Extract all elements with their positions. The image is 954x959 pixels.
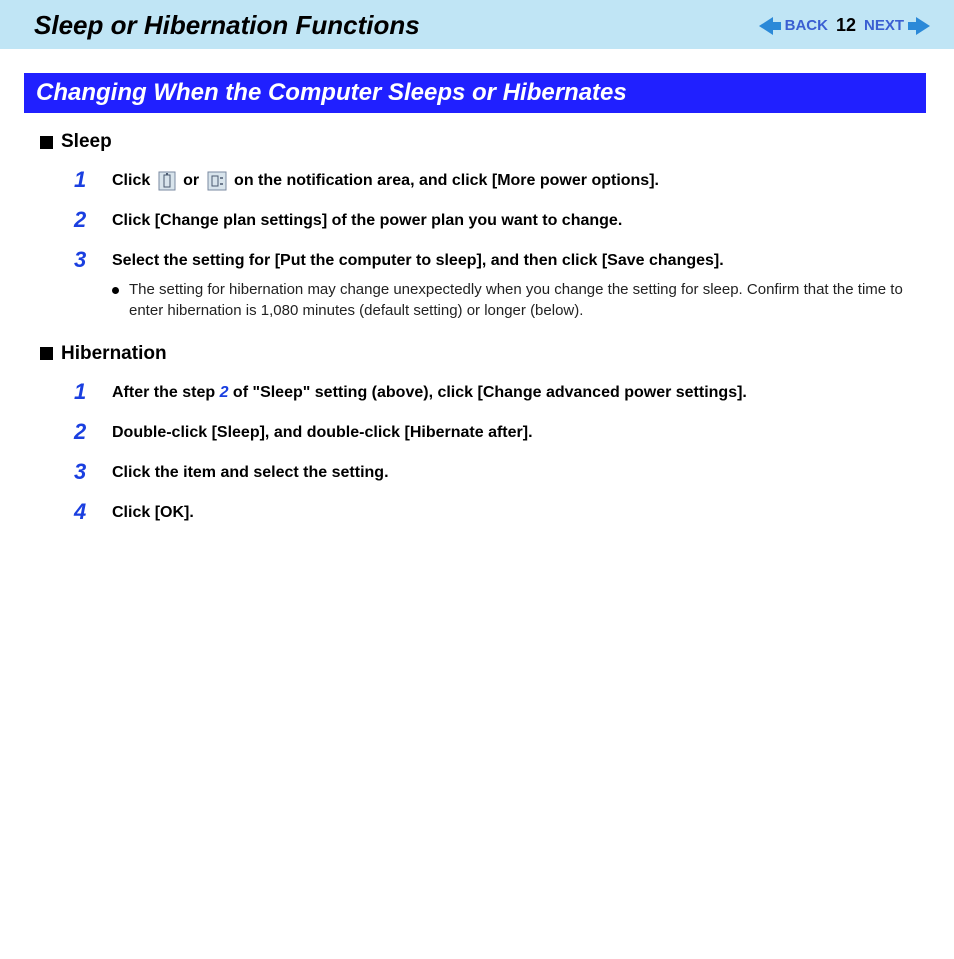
step-text: Double-click [Sleep], and double-click [… [112, 419, 533, 444]
hibernation-step-1: 1 After the step 2 of "Sleep" setting (a… [74, 379, 914, 405]
page-number: 12 [836, 15, 856, 36]
step-number: 3 [74, 459, 90, 485]
page: Sleep or Hibernation Functions BACK 12 N… [0, 0, 954, 959]
hibernation-steps: 1 After the step 2 of "Sleep" setting (a… [74, 379, 914, 525]
text-fragment: on the notification area, and click [Mor… [234, 172, 659, 189]
hibernation-heading-text: Hibernation [61, 343, 167, 365]
step-text: After the step 2 of "Sleep" setting (abo… [112, 379, 747, 404]
step-number: 1 [74, 167, 90, 193]
section-banner: Changing When the Computer Sleeps or Hib… [24, 73, 926, 113]
sleep-step-3: 3 Select the setting for [Put the comput… [74, 247, 914, 321]
step-text: Click [Change plan settings] of the powe… [112, 207, 622, 232]
content: Sleep 1 Click or on the notification are… [0, 131, 954, 525]
text-fragment: or [183, 172, 203, 189]
next-label: NEXT [864, 17, 904, 34]
text-fragment: Click [112, 172, 155, 189]
hibernation-heading: Hibernation [40, 343, 914, 365]
hibernation-step-4: 4 Click [OK]. [74, 499, 914, 525]
text-fragment: After the step [112, 384, 220, 401]
square-bullet-icon [40, 347, 53, 360]
hibernation-step-2: 2 Double-click [Sleep], and double-click… [74, 419, 914, 445]
sleep-step-2: 2 Click [Change plan settings] of the po… [74, 207, 914, 233]
step-number: 2 [74, 207, 90, 233]
step-number: 2 [74, 419, 90, 445]
sleep-heading: Sleep [40, 131, 914, 153]
sleep-step-3-note: The setting for hibernation may change u… [112, 280, 914, 321]
step-text: Click or on the notification area, and c… [112, 167, 659, 192]
step-text: Click the item and select the setting. [112, 459, 389, 484]
step-number: 3 [74, 247, 90, 273]
square-bullet-icon [40, 136, 53, 149]
bullet-icon [112, 287, 119, 294]
arrow-left-icon [759, 17, 781, 35]
back-label: BACK [785, 17, 828, 34]
page-title: Sleep or Hibernation Functions [34, 10, 420, 41]
arrow-right-icon [908, 17, 930, 35]
sleep-step-1: 1 Click or on the notification area, and… [74, 167, 914, 193]
text-fragment: of "Sleep" setting (above), click [Chang… [228, 384, 746, 401]
note-text: The setting for hibernation may change u… [129, 280, 914, 321]
header-bar: Sleep or Hibernation Functions BACK 12 N… [0, 0, 954, 49]
sleep-heading-text: Sleep [61, 131, 112, 153]
power-plug-icon [207, 171, 227, 191]
step-text: Select the setting for [Put the computer… [112, 247, 914, 321]
page-nav: BACK 12 NEXT [759, 15, 930, 36]
battery-icon [158, 171, 176, 191]
sleep-steps: 1 Click or on the notification area, and… [74, 167, 914, 321]
hibernation-step-3: 3 Click the item and select the setting. [74, 459, 914, 485]
step-number: 1 [74, 379, 90, 405]
back-button[interactable]: BACK [759, 17, 828, 35]
text-fragment: Select the setting for [Put the computer… [112, 252, 724, 269]
next-button[interactable]: NEXT [864, 17, 930, 35]
step-text: Click [OK]. [112, 499, 194, 524]
step-number: 4 [74, 499, 90, 525]
